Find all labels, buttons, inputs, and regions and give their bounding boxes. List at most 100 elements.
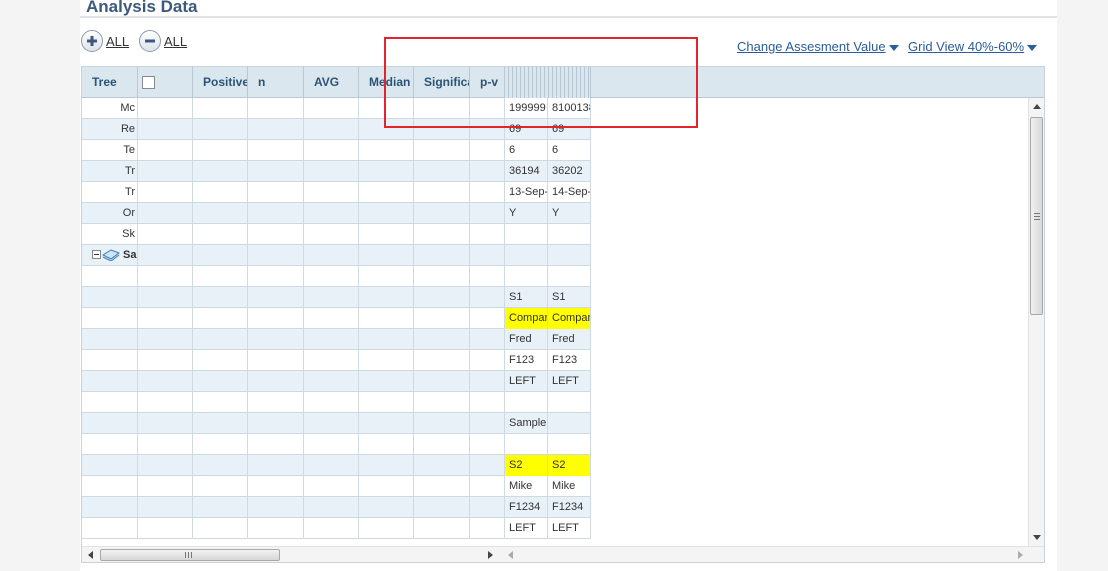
cell-empty bbox=[470, 203, 505, 224]
select-all-checkbox[interactable] bbox=[142, 76, 155, 89]
cell-empty bbox=[470, 455, 505, 476]
table-row[interactable]: LEFT LEFT bbox=[82, 371, 591, 392]
column-header-significance[interactable]: Significa bbox=[414, 67, 470, 98]
change-assessment-value-link[interactable]: Change Assesment Value bbox=[737, 39, 899, 54]
cell-empty bbox=[138, 350, 193, 371]
cell-empty bbox=[304, 224, 359, 245]
cell-empty bbox=[470, 392, 505, 413]
cell-empty bbox=[414, 182, 470, 203]
cell-b: LEFT bbox=[548, 371, 591, 392]
cell-empty bbox=[359, 518, 414, 539]
cell-empty bbox=[248, 266, 304, 287]
arrow-right-icon[interactable] bbox=[1018, 551, 1023, 559]
cell-a: 199999 bbox=[505, 98, 548, 119]
cell-b: 69 bbox=[548, 119, 591, 140]
cell-empty bbox=[193, 98, 248, 119]
cell-tree bbox=[82, 476, 138, 497]
table-row[interactable]: Mike Mike bbox=[82, 476, 591, 497]
table-row[interactable]: Re 69 69 bbox=[82, 119, 591, 140]
table-row[interactable]: LEFT LEFT bbox=[82, 518, 591, 539]
table-row[interactable]: Te 6 6 bbox=[82, 140, 591, 161]
cell-tree bbox=[82, 308, 138, 329]
horizontal-scroll-thumb[interactable] bbox=[100, 549, 280, 561]
table-row[interactable]: S2 S2 bbox=[82, 455, 591, 476]
table-row[interactable]: F1234 F1234 bbox=[82, 497, 591, 518]
arrow-down-icon[interactable] bbox=[1033, 535, 1041, 540]
table-row[interactable]: Sample 1 bbox=[82, 413, 591, 434]
cell-empty bbox=[414, 455, 470, 476]
table-row[interactable] bbox=[82, 392, 591, 413]
cell-empty bbox=[470, 287, 505, 308]
cell-empty bbox=[193, 350, 248, 371]
cell-empty bbox=[304, 182, 359, 203]
column-header-avg[interactable]: AVG bbox=[304, 67, 359, 98]
horizontal-scrollbar-left[interactable] bbox=[82, 546, 502, 562]
tree-node-toggle[interactable] bbox=[92, 248, 120, 261]
column-header-pvalue[interactable]: p-v bbox=[470, 67, 505, 98]
vertical-scrollbar[interactable] bbox=[1028, 98, 1044, 546]
table-row[interactable]: Tr 13-Sep-214-Sep-2 bbox=[82, 182, 591, 203]
cell-empty bbox=[359, 308, 414, 329]
cell-empty bbox=[470, 350, 505, 371]
cell-empty bbox=[359, 224, 414, 245]
grid-view-link[interactable]: Grid View 40%-60% bbox=[908, 39, 1038, 54]
column-header-positive[interactable]: Positive bbox=[193, 67, 248, 98]
table-row[interactable]: Mc 199999 8100138 bbox=[82, 98, 591, 119]
table-row[interactable]: ComparisComparis bbox=[82, 308, 591, 329]
cell-tree: Sk bbox=[82, 224, 138, 245]
expand-all-button[interactable]: ALL bbox=[81, 30, 129, 52]
arrow-left-icon[interactable] bbox=[88, 551, 93, 559]
cell-empty bbox=[248, 350, 304, 371]
cell-tree bbox=[82, 329, 138, 350]
table-row[interactable] bbox=[82, 266, 591, 287]
collapse-all-button[interactable]: ALL bbox=[139, 30, 187, 52]
cell-empty bbox=[470, 434, 505, 455]
arrow-left-icon[interactable] bbox=[508, 551, 513, 559]
cell-empty bbox=[248, 161, 304, 182]
grid-header: Tree Positive n AVG Median Significa p-v bbox=[82, 67, 1044, 98]
cell-empty bbox=[304, 203, 359, 224]
cell-empty bbox=[248, 371, 304, 392]
cell-empty bbox=[359, 266, 414, 287]
table-row[interactable]: Fred Fred bbox=[82, 329, 591, 350]
collapse-node-icon[interactable] bbox=[92, 250, 101, 259]
cell-empty bbox=[470, 266, 505, 287]
cell-empty bbox=[193, 182, 248, 203]
collapse-all-label[interactable]: ALL bbox=[164, 34, 187, 49]
arrow-right-icon[interactable] bbox=[488, 551, 493, 559]
cell-empty bbox=[359, 245, 414, 266]
cell-empty bbox=[193, 140, 248, 161]
cell-empty bbox=[193, 161, 248, 182]
cell-empty bbox=[470, 329, 505, 350]
column-header-median[interactable]: Median bbox=[359, 67, 414, 98]
table-row[interactable] bbox=[82, 434, 591, 455]
table-row[interactable]: Sk bbox=[82, 224, 591, 245]
cell-tree bbox=[82, 497, 138, 518]
cell-empty bbox=[138, 245, 193, 266]
cell-b: F123 bbox=[548, 350, 591, 371]
table-row[interactable]: F123 F123 bbox=[82, 350, 591, 371]
table-row[interactable]: Tr 36194 36202 bbox=[82, 161, 591, 182]
cell-empty bbox=[304, 245, 359, 266]
cell-empty bbox=[304, 161, 359, 182]
table-row[interactable]: Sa bbox=[82, 245, 591, 266]
cell-empty bbox=[414, 434, 470, 455]
table-row[interactable]: Or Y Y bbox=[82, 203, 591, 224]
cell-a: 13-Sep-2 bbox=[505, 182, 548, 203]
cell-empty bbox=[248, 98, 304, 119]
column-header-n[interactable]: n bbox=[248, 67, 304, 98]
vertical-scroll-thumb[interactable] bbox=[1030, 117, 1043, 315]
cell-tree bbox=[82, 455, 138, 476]
cell-empty bbox=[470, 497, 505, 518]
cell-b: F1234 bbox=[548, 497, 591, 518]
arrow-up-icon[interactable] bbox=[1033, 104, 1041, 109]
table-row[interactable]: S1 S1 bbox=[82, 287, 591, 308]
horizontal-scrollbar-right[interactable] bbox=[502, 546, 1044, 562]
column-header-tree[interactable]: Tree bbox=[82, 67, 138, 98]
chevron-down-icon bbox=[888, 44, 899, 51]
cell-empty bbox=[359, 350, 414, 371]
expand-all-label[interactable]: ALL bbox=[106, 34, 129, 49]
resize-handles[interactable] bbox=[505, 67, 591, 98]
cell-a bbox=[505, 224, 548, 245]
cell-b bbox=[548, 434, 591, 455]
